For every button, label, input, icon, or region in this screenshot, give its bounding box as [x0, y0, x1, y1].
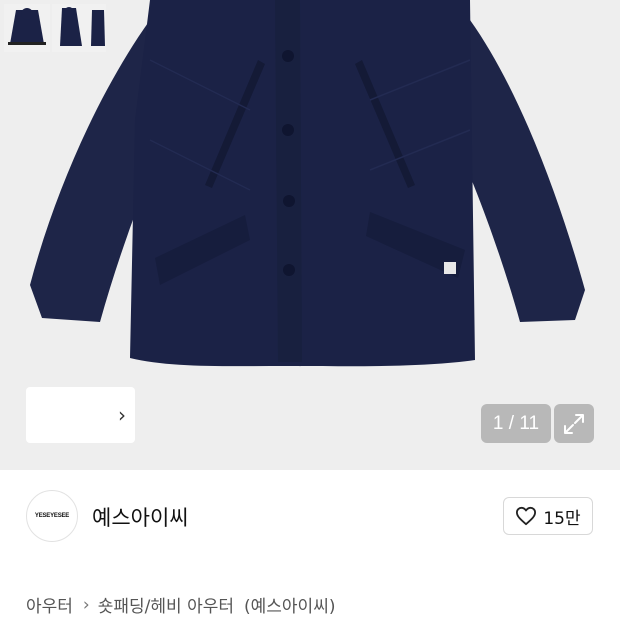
thumbnail-jacket-back[interactable]: [88, 4, 106, 52]
like-count: 15만: [543, 508, 581, 529]
chevron-right-icon: ›: [82, 594, 90, 615]
like-button[interactable]: 15만: [503, 497, 593, 535]
thumbnail-jacket-side[interactable]: [52, 4, 88, 52]
brand-logo-text: YESEYESEE: [34, 513, 70, 519]
breadcrumb-subcategory[interactable]: 숏패딩/헤비 아우터: [98, 592, 234, 617]
expand-icon: [564, 413, 584, 434]
breadcrumb-brand[interactable]: (예스아이씨): [244, 592, 335, 617]
expand-button[interactable]: [554, 404, 594, 443]
thumbnail-jacket-front[interactable]: [4, 4, 50, 52]
brand-row: YESEYESEE 예스아이씨 15만: [0, 470, 620, 562]
heart-icon: [516, 506, 537, 526]
image-counter: 1 / 11: [481, 404, 551, 443]
product-image-gallery[interactable]: › 1 / 11: [0, 0, 620, 470]
breadcrumb: 아우터 › 숏패딩/헤비 아우터 (예스아이씨): [26, 592, 335, 618]
brand-name[interactable]: 예스아이씨: [92, 502, 189, 532]
breadcrumb-category[interactable]: 아우터: [26, 592, 73, 617]
chevron-right-icon[interactable]: ›: [112, 400, 132, 430]
brand-logo[interactable]: YESEYESEE: [26, 490, 78, 542]
